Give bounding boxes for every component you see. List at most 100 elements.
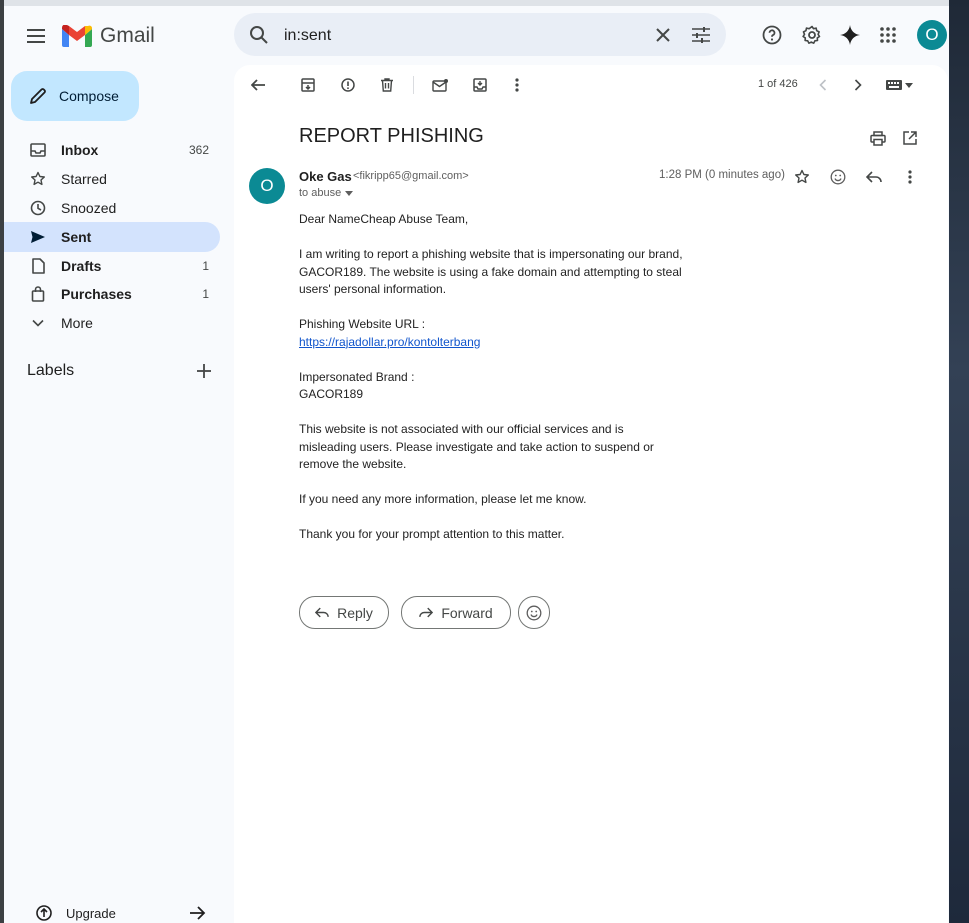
brand-value: GACOR189 xyxy=(299,387,364,401)
body-paragraph: I am writing to report a phishing websit… xyxy=(299,247,683,296)
close-icon xyxy=(656,28,670,42)
clear-search-button[interactable] xyxy=(650,22,676,48)
search-input[interactable] xyxy=(282,23,626,49)
email-timestamp: 1:28 PM (0 minutes ago) xyxy=(659,169,785,181)
compose-button[interactable]: Compose xyxy=(11,71,139,121)
reply-button[interactable]: Reply xyxy=(299,596,389,629)
arrow-right-icon xyxy=(189,906,206,920)
send-icon xyxy=(26,230,50,244)
sidebar-item-label: More xyxy=(61,315,93,331)
clock-icon xyxy=(26,200,50,216)
shopping-bag-icon xyxy=(26,286,50,302)
create-label-button[interactable] xyxy=(193,360,215,382)
account-avatar[interactable]: O xyxy=(917,20,947,50)
sidebar-item-more[interactable]: More xyxy=(4,308,220,338)
hamburger-icon xyxy=(27,29,45,43)
emoji-reaction-button[interactable] xyxy=(518,596,550,629)
labels-heading: Labels xyxy=(27,362,75,379)
chevron-right-icon xyxy=(854,79,862,91)
sidebar-item-sent[interactable]: Sent xyxy=(4,222,220,252)
plus-icon xyxy=(197,364,211,378)
input-tools-button[interactable] xyxy=(882,73,916,97)
phishing-url-link[interactable]: https://rajadollar.pro/kontolterbang xyxy=(299,335,480,349)
recipient-details-toggle[interactable]: to abuse xyxy=(299,187,354,199)
app-name: Gmail xyxy=(100,24,155,47)
sidebar-item-inbox[interactable]: Inbox 362 xyxy=(4,135,220,165)
body-url-block: Phishing Website URL : https://rajadolla… xyxy=(299,316,719,351)
open-in-new-window-button[interactable] xyxy=(898,126,922,150)
report-spam-button[interactable] xyxy=(336,73,360,97)
add-reaction-button[interactable] xyxy=(826,165,850,189)
url-label: Phishing Website URL : xyxy=(299,317,426,331)
message-more-button[interactable] xyxy=(898,165,922,189)
recipient-text: to abuse xyxy=(299,187,342,199)
sidebar-item-starred[interactable]: Starred xyxy=(4,164,220,194)
sidebar-item-drafts[interactable]: Drafts 1 xyxy=(4,251,220,281)
pagination-text: 1 of 426 xyxy=(758,78,798,90)
google-apps-button[interactable] xyxy=(875,22,901,48)
delete-button[interactable] xyxy=(375,73,399,97)
mark-unread-button[interactable] xyxy=(428,73,452,97)
sidebar-item-snoozed[interactable]: Snoozed xyxy=(4,193,220,223)
search-options-button[interactable] xyxy=(688,22,714,48)
reply-icon-button[interactable] xyxy=(862,165,886,189)
search-bar xyxy=(234,13,726,56)
reply-icon xyxy=(866,171,882,183)
star-icon xyxy=(26,171,50,187)
body-brand-block: Impersonated Brand : GACOR189 xyxy=(299,369,719,404)
more-vert-icon xyxy=(515,78,519,92)
gmail-logo[interactable]: Gmail xyxy=(62,22,155,50)
pencil-icon xyxy=(30,88,46,104)
back-to-sent-button[interactable] xyxy=(246,73,270,97)
main-menu-button[interactable] xyxy=(22,22,50,50)
newer-button[interactable] xyxy=(812,73,834,97)
forward-icon xyxy=(419,607,434,618)
body-paragraph: If you need any more information, please… xyxy=(299,492,587,506)
forward-button[interactable]: Forward xyxy=(401,596,511,629)
star-button[interactable] xyxy=(790,165,814,189)
reply-label: Reply xyxy=(337,604,373,621)
older-button[interactable] xyxy=(847,73,869,97)
sidebar-item-purchases[interactable]: Purchases 1 xyxy=(4,279,220,309)
gemini-button[interactable] xyxy=(837,22,863,48)
archive-button[interactable] xyxy=(296,73,320,97)
chevron-down-icon xyxy=(26,319,50,327)
search-button[interactable] xyxy=(246,22,272,48)
sidebar-item-label: Sent xyxy=(61,229,92,245)
caret-down-icon xyxy=(345,190,354,196)
upgrade-label: Upgrade xyxy=(66,905,116,921)
print-icon xyxy=(870,130,886,146)
support-button[interactable] xyxy=(759,22,785,48)
compose-label: Compose xyxy=(59,88,119,104)
reply-icon xyxy=(315,607,329,618)
body-closing: Thank you for your prompt attention to t… xyxy=(299,527,565,541)
sender-name[interactable]: Oke Gas xyxy=(299,169,352,184)
upgrade-link[interactable]: Upgrade xyxy=(36,905,206,921)
body-greeting: Dear NameCheap Abuse Team, xyxy=(299,212,469,226)
desktop-background-edge xyxy=(949,0,969,923)
gmail-m-icon xyxy=(62,25,92,47)
sender-email: <fikripp65@gmail.com> xyxy=(353,170,469,182)
sidebar-item-label: Inbox xyxy=(61,142,99,158)
trash-icon xyxy=(381,78,393,92)
move-to-inbox-button[interactable] xyxy=(468,73,492,97)
draft-icon xyxy=(26,258,50,274)
upgrade-icon xyxy=(36,905,52,921)
brand-label: Impersonated Brand : xyxy=(299,369,415,384)
inbox-icon xyxy=(26,143,50,157)
tune-icon xyxy=(692,27,710,43)
keyboard-icon xyxy=(885,80,902,90)
sender-avatar[interactable]: O xyxy=(249,168,285,204)
window-top-border xyxy=(0,0,969,6)
more-actions-button[interactable] xyxy=(505,73,529,97)
mail-unread-icon xyxy=(432,78,448,92)
settings-button[interactable] xyxy=(799,22,825,48)
sidebar-item-label: Drafts xyxy=(61,258,102,274)
print-button[interactable] xyxy=(866,126,890,150)
emoji-icon xyxy=(526,605,542,620)
star-icon xyxy=(795,169,809,184)
more-vert-icon xyxy=(908,170,912,184)
archive-icon xyxy=(301,78,315,92)
sidebar-item-count: 1 xyxy=(202,259,209,273)
sidebar-item-label: Starred xyxy=(61,171,107,187)
